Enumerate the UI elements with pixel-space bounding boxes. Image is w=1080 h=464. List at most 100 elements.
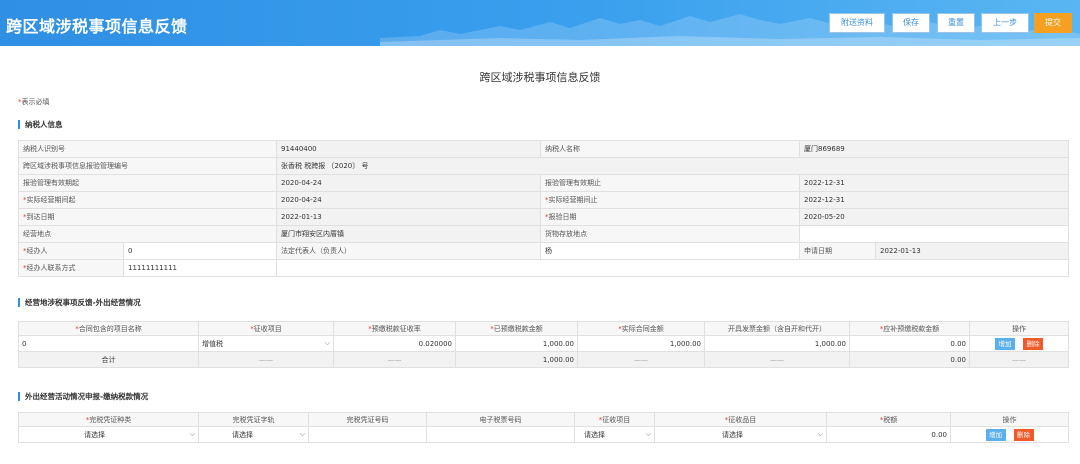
col-header-levy-item: *征收项目 (574, 412, 655, 427)
agent-phone-label-text: 经办人联系方式 (26, 264, 76, 272)
col-header-actions: 操作 (950, 412, 1069, 427)
reset-button[interactable]: 重置 (937, 13, 975, 33)
total-dash: —— (969, 351, 1069, 368)
agent-field[interactable]: 0 (123, 242, 277, 260)
actual-start-field[interactable]: 2020-04-24 (276, 191, 541, 209)
voucher-track-select[interactable]: 请选择 ⌵ (198, 426, 309, 443)
total-dash: —— (577, 351, 705, 368)
total-due: 0.00 (849, 351, 970, 368)
selected-value: 请选择 (84, 430, 105, 439)
goods-storage-field[interactable] (798, 225, 1070, 243)
col-header-text: 已预缴税款金额 (493, 324, 543, 333)
section-title-payment: 外出经营活动情况申报-缴纳税款情况 (18, 392, 148, 401)
select-box: 请选择 ⌵ (202, 430, 305, 440)
chevron-down-icon: ⌵ (324, 339, 330, 347)
management-number-label: 跨区域涉税事项信息报验管理编号 (18, 157, 277, 175)
contract-amount-input[interactable]: 1,000.00 (577, 335, 705, 352)
add-row-button[interactable]: 增加 (985, 428, 1006, 441)
row-actions: 增加 删除 (950, 426, 1069, 443)
col-header-text: 应补预缴税款金额 (883, 324, 940, 333)
voucher-type-select[interactable]: 请选择 ⌵ (18, 426, 199, 443)
arrival-date-field[interactable]: 2022-01-13 (276, 208, 541, 226)
legal-rep-value: 杨 (540, 242, 800, 260)
prepaid-amount-input[interactable]: 1,000.00 (455, 335, 578, 352)
business-location-label: 经营地点 (18, 225, 277, 243)
app-header: 跨区域涉税事项信息反馈 附送资料 保存 重置 上一步 提交 (0, 0, 1080, 46)
add-row-button[interactable]: 增加 (995, 337, 1015, 350)
selected-value: 请选择 (722, 430, 743, 439)
page-title: 跨区域涉税事项信息反馈 (479, 71, 601, 84)
select-box: 请选择 ⌵ (658, 430, 823, 440)
col-header-text: 合同包含的项目名称 (78, 324, 142, 333)
info-row: 跨区域涉税事项信息报验管理编号 张香税 税跨报 〔2020〕 号 (18, 157, 1070, 175)
operation-table: *合同包含的项目名称 *征收项目 *预缴税款征收率 *已预缴税款金额 *实际合同… (18, 321, 1069, 368)
delete-row-button[interactable]: 删除 (1013, 428, 1034, 441)
city-skyline-decoration (380, 14, 1080, 46)
app-title: 跨区域涉税事项信息反馈 (6, 17, 188, 36)
inspection-date-field[interactable]: 2020-05-20 (798, 208, 1070, 226)
delete-row-button[interactable]: 删除 (1023, 337, 1043, 350)
validity-end-value: 2022-12-31 (798, 174, 1070, 192)
e-ticket-number-input[interactable] (426, 426, 575, 443)
levy-item-select[interactable]: 请选择 ⌵ (574, 426, 655, 443)
invoice-amount-input[interactable]: 1,000.00 (704, 335, 850, 352)
required-note-text: 表示必填 (21, 98, 50, 106)
levy-item-select[interactable]: 增值税 ⌵ (198, 335, 334, 352)
chevron-down-icon: ⌵ (817, 430, 823, 438)
total-dash: —— (198, 351, 334, 368)
previous-step-button[interactable]: 上一步 (981, 13, 1029, 33)
arrival-date-label: *到达日期 (18, 208, 277, 226)
validity-end-label: 报验管理有效期止 (540, 174, 800, 192)
col-header-invoice-amount: 开具发票金额（含自开和代开） (704, 321, 850, 336)
table-row: 0 增值税 ⌵ 0.020000 1,000.00 1,000.00 1,000.… (18, 335, 1069, 352)
chevron-down-icon: ⌵ (645, 430, 651, 438)
section-title-operation: 经营地涉税事项反馈-外出经营情况 (18, 298, 141, 307)
agent-phone-label: *经办人联系方式 (18, 259, 124, 277)
total-prepaid: 1,000.00 (455, 351, 578, 368)
management-number-value: 张香税 税跨报 〔2020〕 号 (275, 157, 1070, 175)
col-header-voucher-number: 完税凭证号码 (308, 412, 427, 427)
save-button[interactable]: 保存 (892, 13, 930, 33)
taxpayer-name-value: 厦门869689 (798, 140, 1070, 158)
goods-storage-label: 货物存放地点 (540, 225, 800, 243)
col-header-text: 征收项目 (602, 415, 631, 424)
voucher-number-input[interactable] (308, 426, 427, 443)
submit-button[interactable]: 提交 (1034, 13, 1072, 33)
col-header-project-name: *合同包含的项目名称 (18, 321, 199, 336)
inspection-date-label-text: 报验日期 (548, 213, 577, 221)
row-actions: 增加 删除 (969, 335, 1069, 352)
project-name-input[interactable]: 0 (18, 335, 199, 352)
select-box: 请选择 ⌵ (578, 430, 651, 440)
col-header-voucher-track: 完税凭证字轨 (198, 412, 309, 427)
col-header-levy-item: *征收项目 (198, 321, 334, 336)
total-dash: —— (704, 351, 850, 368)
required-note: *表示必填 (18, 97, 50, 107)
select-box: 请选择 ⌵ (22, 430, 195, 440)
tax-amount-input[interactable]: 0.00 (826, 426, 951, 443)
select-box: 增值税 ⌵ (202, 339, 330, 349)
col-header-due-amount: *应补预缴税款金额 (849, 321, 970, 336)
chevron-down-icon: ⌵ (299, 430, 305, 438)
taxpayer-id-value: 91440400 (276, 140, 541, 158)
actual-start-label-text: 实际经营期间起 (26, 196, 76, 204)
actual-end-label-text: 实际经营期间止 (548, 196, 598, 204)
actual-start-label: *实际经营期间起 (18, 191, 277, 209)
due-amount-value: 0.00 (849, 335, 970, 352)
col-header-contract-amount: *实际合同金额 (577, 321, 705, 336)
col-header-e-ticket-number: 电子税票号码 (426, 412, 575, 427)
validity-start-label: 报验管理有效期起 (18, 174, 277, 192)
info-row: *到达日期 2022-01-13 *报验日期 2020-05-20 (18, 208, 1070, 226)
total-dash: —— (333, 351, 456, 368)
col-header-text: 预缴税款征收率 (371, 324, 421, 333)
levy-sub-item-select[interactable]: 请选择 ⌵ (654, 426, 827, 443)
selected-value: 请选择 (584, 430, 605, 439)
actual-end-field[interactable]: 2022-12-31 (798, 191, 1070, 209)
arrival-date-label-text: 到达日期 (26, 213, 55, 221)
total-label: 合计 (18, 351, 199, 368)
prepay-rate-input[interactable]: 0.020000 (333, 335, 456, 352)
attach-materials-button[interactable]: 附送资料 (829, 13, 885, 33)
agent-phone-field[interactable]: 11111111111 (123, 259, 277, 277)
legal-rep-label: 法定代表人（负责人） (276, 242, 541, 260)
inspection-date-label: *报验日期 (540, 208, 800, 226)
col-header-prepay-rate: *预缴税款征收率 (333, 321, 456, 336)
